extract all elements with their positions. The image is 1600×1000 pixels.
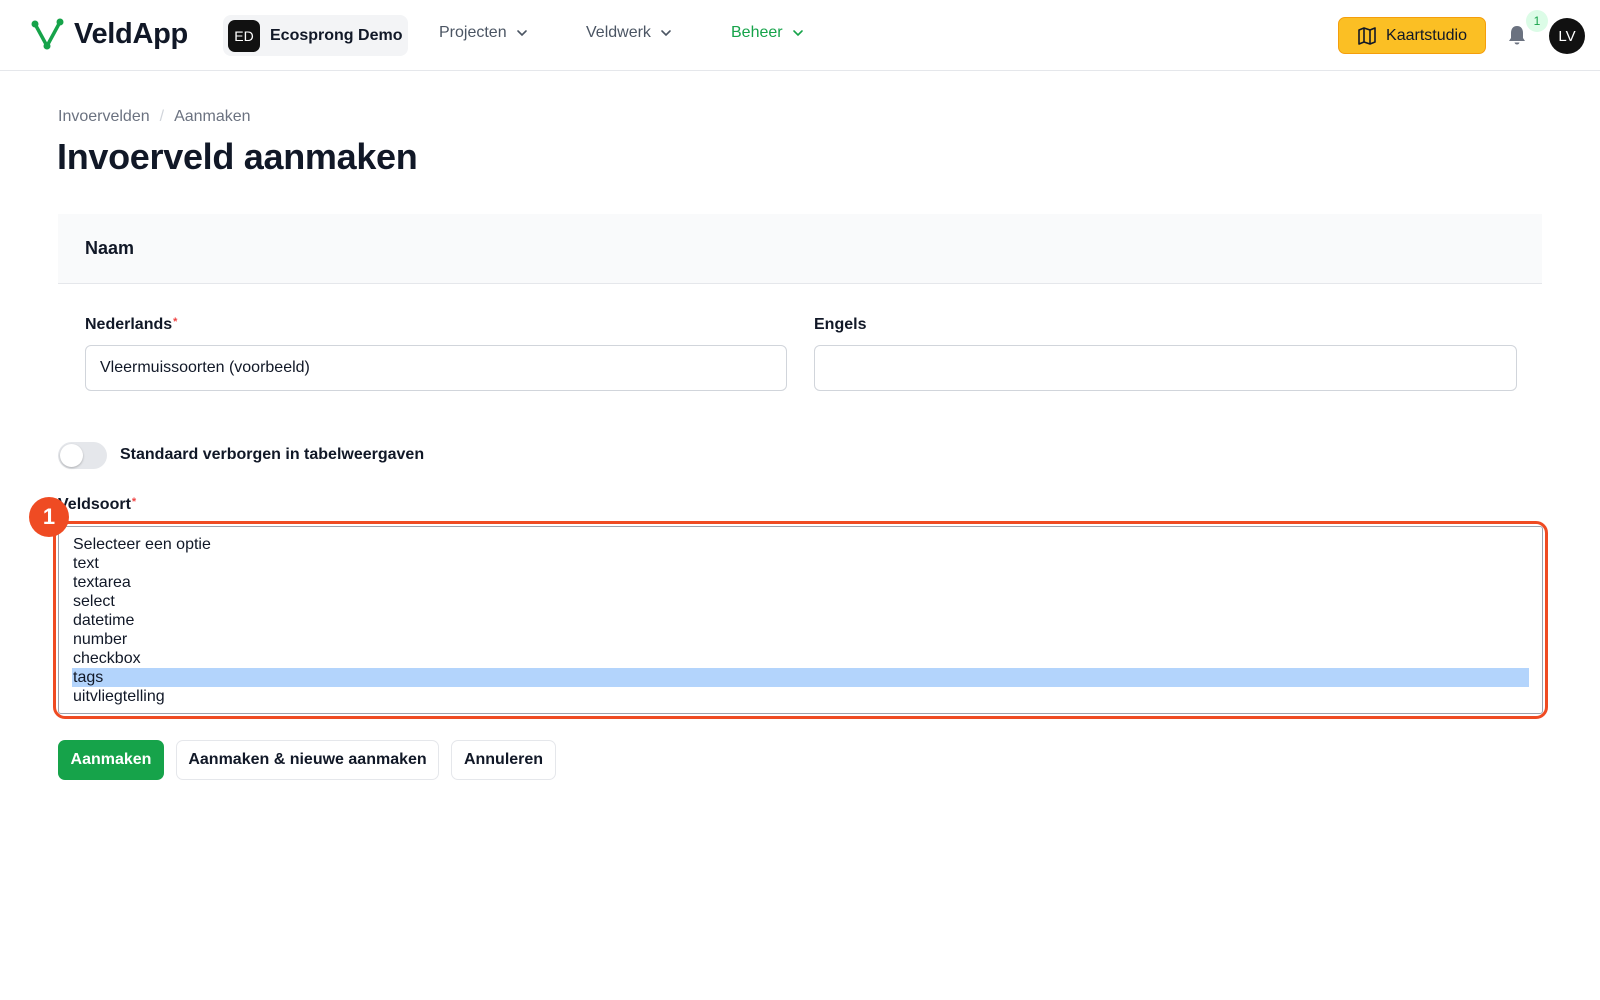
nav-projecten-label: Projecten bbox=[439, 24, 507, 41]
dutch-name-input[interactable] bbox=[85, 345, 787, 391]
nav-veldwerk[interactable]: Veldwerk bbox=[586, 24, 673, 42]
app-name: VeldApp bbox=[74, 17, 188, 50]
name-section-header: Naam bbox=[58, 214, 1542, 284]
dutch-name-label-text: Nederlands bbox=[85, 316, 173, 333]
map-icon bbox=[1358, 26, 1376, 45]
bell-icon[interactable] bbox=[1506, 24, 1528, 46]
nav-beheer[interactable]: Beheer bbox=[731, 24, 805, 42]
tenant-switcher[interactable]: ED Ecosprong Demo bbox=[223, 15, 408, 56]
chevron-down-icon bbox=[661, 30, 671, 37]
kaartstudio-label: Kaartstudio bbox=[1386, 26, 1467, 44]
nav-projecten[interactable]: Projecten bbox=[439, 24, 529, 42]
tenant-name: Ecosprong Demo bbox=[270, 26, 403, 44]
toggle-knob bbox=[60, 444, 83, 467]
breadcrumb: Invoervelden / Aanmaken bbox=[58, 108, 251, 126]
english-name-input[interactable] bbox=[814, 345, 1517, 391]
breadcrumb-invoervelden[interactable]: Invoervelden bbox=[58, 108, 150, 126]
required-mark: * bbox=[131, 496, 137, 508]
notification-count-badge: 1 bbox=[1526, 10, 1548, 32]
tenant-badge: ED bbox=[228, 19, 260, 52]
user-avatar[interactable]: LV bbox=[1549, 18, 1585, 54]
hidden-by-default-label: Standaard verborgen in tabelweergaven bbox=[120, 446, 425, 463]
annotation-marker: 1 bbox=[29, 497, 69, 537]
create-and-new-button[interactable]: Aanmaken & nieuwe aanmaken bbox=[176, 740, 439, 780]
hidden-by-default-toggle[interactable] bbox=[58, 442, 107, 469]
field-type-label-text: Veldsoort bbox=[58, 496, 131, 513]
required-mark: * bbox=[173, 316, 178, 328]
dutch-name-label: Nederlands* bbox=[85, 316, 177, 334]
english-name-label: Engels bbox=[814, 316, 867, 333]
nav-beheer-label: Beheer bbox=[731, 24, 783, 41]
kaartstudio-button[interactable]: Kaartstudio bbox=[1338, 17, 1486, 54]
chevron-down-icon bbox=[792, 30, 803, 37]
nav-veldwerk-label: Veldwerk bbox=[586, 24, 651, 41]
cancel-button[interactable]: Annuleren bbox=[451, 740, 556, 780]
field-type-label: Veldsoort* bbox=[58, 496, 136, 514]
breadcrumb-aanmaken: Aanmaken bbox=[174, 108, 251, 125]
chevron-down-icon bbox=[516, 30, 527, 37]
breadcrumb-separator: / bbox=[159, 108, 165, 125]
name-section-title: Naam bbox=[85, 238, 135, 258]
app-logo[interactable]: VeldApp bbox=[30, 16, 188, 52]
annotation-highlight-box bbox=[53, 521, 1548, 719]
veldapp-logo-icon bbox=[31, 18, 64, 50]
create-button[interactable]: Aanmaken bbox=[58, 740, 164, 780]
page-title: Invoerveld aanmaken bbox=[57, 136, 418, 177]
top-navigation-bar: VeldApp ED Ecosprong Demo Projecten Veld… bbox=[0, 0, 1600, 71]
